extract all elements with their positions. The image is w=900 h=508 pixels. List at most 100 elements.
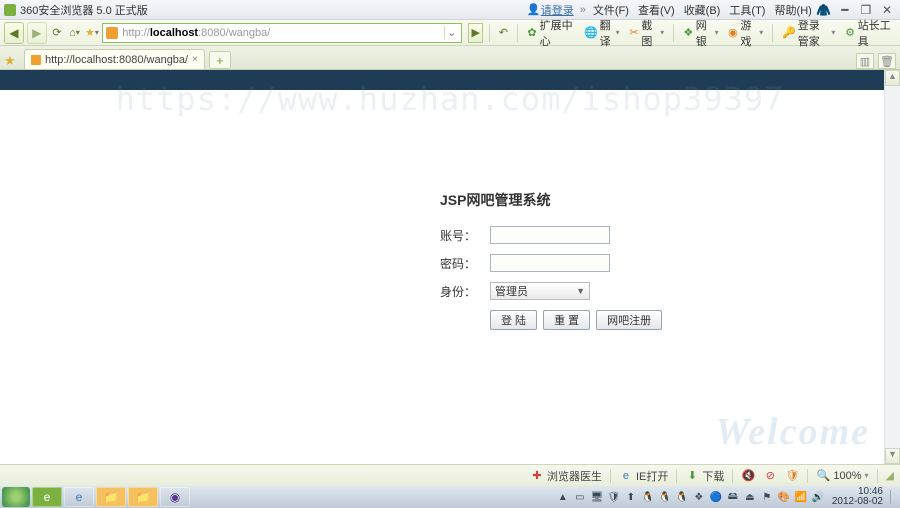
window-buttons: 🧥 ━ ❐ ✕ [815,3,896,17]
taskbar-app-eclipse[interactable]: ◉ [160,487,190,507]
zoom-control[interactable]: 🔍100%▾ [816,469,868,483]
tablist-button[interactable]: ▥ [856,53,874,69]
vertical-scrollbar[interactable]: ▲ ▼ [884,70,900,464]
page-header-bar [0,70,900,90]
menu-sep: » [580,4,586,16]
scroll-down-icon[interactable]: ▼ [885,448,900,464]
tray-icon[interactable]: ❖ [692,490,706,504]
page-body: https://www.huzhan.com/ishop39397 Welcom… [0,90,900,464]
app-favicon [4,4,16,16]
windows-taskbar: e e 📁 📁 ◉ ▲ ▭ 🖥 🛡 ⬆ 🐧 🐧 🐧 ❖ 🔵 🖴 ⏏ ⚑ 🎨 📶 … [0,486,900,508]
tab-trash-button[interactable]: 🗑 [878,53,896,69]
clock-date: 2012-08-02 [832,497,883,507]
download-status[interactable]: ⬇下载 [685,468,724,484]
site-tools-button[interactable]: ⚙站长工具 [841,17,896,49]
tray-icon[interactable]: 🐧 [641,490,655,504]
login-title: JSP网吧管理系统 [440,190,700,210]
app-title: 360安全浏览器 5.0 正式版 [20,2,148,18]
tray-icon[interactable]: 📶 [794,490,808,504]
tab-title: http://localhost:8080/wangba/ [45,54,188,66]
tray-icon[interactable]: 🐧 [658,490,672,504]
status-bar: ✚浏览器医生 eIE打开 ⬇下载 🔇 ⊘ 🛡 🔍100%▾ ◢ [0,464,900,486]
tray-icon[interactable]: ⚑ [760,490,774,504]
ie-open[interactable]: eIE打开 [619,468,668,484]
username-input[interactable] [490,226,610,244]
tray-up-icon[interactable]: ▲ [556,490,570,504]
shield-icon[interactable]: 🛡 [785,469,799,483]
maximize-button[interactable]: ❐ [857,3,875,17]
password-input[interactable] [490,254,610,272]
tab-strip: ★ http://localhost:8080/wangba/ × + ▥ 🗑 [0,46,900,70]
system-tray: ▲ ▭ 🖥 🛡 ⬆ 🐧 🐧 🐧 ❖ 🔵 🖴 ⏏ ⚑ 🎨 📶 🔊 10:46 20… [556,487,898,507]
menu-fav[interactable]: 收藏(B) [684,5,721,17]
page-icon [106,27,118,39]
start-button[interactable] [2,487,30,507]
reset-button[interactable]: 重 置 [543,310,590,330]
taskbar-app-360[interactable]: e [32,487,62,507]
new-tab-button[interactable]: + [209,51,231,69]
home-button[interactable]: ⌂▾ [67,24,82,42]
taskbar-app-folder2[interactable]: 📁 [128,487,158,507]
netbank-button[interactable]: ❖网银▾ [680,17,722,49]
tray-icon[interactable]: 🎨 [777,490,791,504]
chevron-down-icon: ▼ [576,286,585,296]
back-button[interactable]: ◀ [4,22,24,44]
login-mgr-button[interactable]: 🔑登录管家▾ [779,17,838,49]
tray-icon[interactable]: 🐧 [675,490,689,504]
games-button[interactable]: ◉游戏▾ [725,17,767,49]
menu-view[interactable]: 查看(V) [638,5,675,17]
tray-icon[interactable]: ⏏ [743,490,757,504]
minimize-button[interactable]: ━ [836,3,854,17]
url-text: http://localhost:8080/wangba/ [122,27,444,39]
taskbar-app-ie[interactable]: e [64,487,94,507]
block-icon[interactable]: ⊘ [763,469,777,483]
tab-close-icon[interactable]: × [192,54,198,65]
browser-tab-0[interactable]: http://localhost:8080/wangba/ × [24,49,205,69]
undo-tab-button[interactable]: ↶ [496,24,511,42]
forward-button[interactable]: ▶ [27,22,47,44]
bookmark-star-icon[interactable]: ★ [4,53,20,69]
skin-icon[interactable]: 🧥 [815,3,833,17]
translate-button[interactable]: 🌐翻译▾ [581,17,623,49]
menu-tools[interactable]: 工具(T) [729,5,765,17]
mute-icon[interactable]: 🔇 [741,469,755,483]
tray-icon[interactable]: ▭ [573,490,587,504]
menu-help[interactable]: 帮助(H) [775,5,812,17]
login-panel: JSP网吧管理系统 账号： 密码： 身份： 管理员 ▼ 登 陆 重 置 网吧注册 [440,190,700,330]
screenshot-button[interactable]: ✂截图▾ [626,17,668,49]
password-label: 密码： [440,255,490,272]
page-viewport: https://www.huzhan.com/ishop39397 Welcom… [0,70,900,464]
role-label: 身份： [440,283,490,300]
welcome-text: Welcome [715,410,870,454]
close-button[interactable]: ✕ [878,3,896,17]
menu-bar: 文件(F) 查看(V) 收藏(B) 工具(T) 帮助(H) [590,2,815,18]
nav-toolbar: ◀ ▶ ⟳ ⌂▾ ★▾ http://localhost:8080/wangba… [0,20,900,46]
taskbar-clock[interactable]: 10:46 2012-08-02 [828,487,887,507]
address-bar[interactable]: http://localhost:8080/wangba/ ⌄ [102,23,462,43]
tray-icon[interactable]: 🖴 [726,490,740,504]
browser-doctor[interactable]: ✚浏览器医生 [530,468,602,484]
menu-file[interactable]: 文件(F) [593,5,629,17]
user-icon: 👤 [527,3,541,17]
go-button[interactable]: ▶ [468,23,483,43]
username-label: 账号： [440,227,490,244]
tray-speaker-icon[interactable]: 🔊 [811,490,825,504]
login-button[interactable]: 登 陆 [490,310,537,330]
taskbar-app-folder1[interactable]: 📁 [96,487,126,507]
tray-icon[interactable]: 🛡 [607,490,621,504]
url-dropdown-icon[interactable]: ⌄ [444,26,458,39]
tray-icon[interactable]: 🔵 [709,490,723,504]
login-link[interactable]: 请登录 [541,2,574,18]
favorite-star-button[interactable]: ★▾ [85,24,100,42]
tab-favicon [31,55,41,65]
show-desktop-button[interactable] [890,490,898,504]
ext-center-link[interactable]: ✿扩展中心 [523,17,578,49]
scroll-up-icon[interactable]: ▲ [885,70,900,86]
stop-reload-button[interactable]: ⟳ [50,24,65,42]
role-value: 管理员 [495,283,528,299]
tray-icon[interactable]: ⬆ [624,490,638,504]
tray-icon[interactable]: 🖥 [590,490,604,504]
register-button[interactable]: 网吧注册 [596,310,662,330]
resize-grip-icon[interactable]: ◢ [886,469,894,482]
role-select[interactable]: 管理员 ▼ [490,282,590,300]
